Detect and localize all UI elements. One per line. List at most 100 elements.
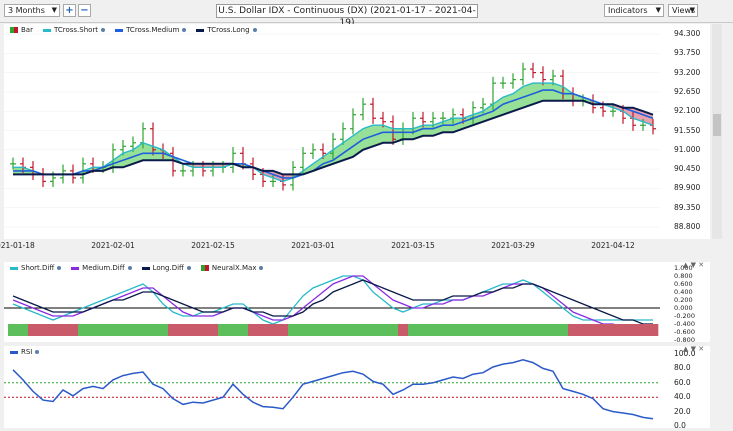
y-tick-label: 88.800 — [674, 222, 701, 231]
x-tick-label: 2021-02-15 — [191, 241, 235, 250]
neural-cell — [128, 324, 139, 336]
rsi-axis: 100.0 80.0 60.0 40.0 20.0 0.0 — [660, 346, 710, 430]
neural-cell — [338, 324, 349, 336]
neural-cell — [588, 324, 599, 336]
diff-axis: 1.000 0.800 0.600 0.400 0.200 0.000 -0.200 -0.4… — [660, 262, 710, 344]
price-scrollbar[interactable] — [712, 24, 722, 239]
neural-cell — [228, 324, 239, 336]
diff-pane[interactable]: Short.Diff Medium.Diff Long.Diff NeuralX… — [4, 262, 660, 342]
chevron-down-icon: ▼ — [655, 6, 661, 14]
neural-cell — [258, 324, 269, 336]
price-bar — [370, 97, 376, 124]
neural-cell — [358, 324, 369, 336]
neural-cell — [38, 324, 49, 336]
neural-cell — [168, 324, 179, 336]
neural-cell — [408, 324, 419, 336]
rsi-pane[interactable]: RSI — [4, 346, 660, 428]
line-long-diff — [12, 279, 653, 325]
views-select[interactable]: Views ▼ — [668, 4, 698, 17]
y-tick-label: 92.100 — [674, 106, 701, 116]
neural-cell — [78, 324, 89, 336]
neural-cell — [648, 324, 659, 336]
legend-label: Long.Diff — [152, 264, 184, 272]
y-tick-label: 89.350 — [674, 202, 701, 212]
x-tick-label: 2021-03-01 — [291, 241, 335, 250]
rsi-chart — [4, 359, 660, 420]
chevron-down-icon: ▼ — [51, 6, 57, 14]
neural-cell — [208, 324, 219, 336]
neural-cell — [478, 324, 489, 336]
y-tick-label: 90.450 — [674, 164, 701, 174]
price-bar — [520, 62, 526, 86]
neural-cell — [578, 324, 589, 336]
diff-chart — [4, 275, 660, 336]
price-pane[interactable]: Bar TCross.Short TCross.Medium TCross.Lo… — [4, 24, 660, 239]
y-tick-label: -0.600 — [674, 328, 695, 336]
neural-cell — [448, 324, 459, 336]
y-tick-label: 0.400 — [674, 288, 693, 296]
neural-cell — [18, 324, 29, 336]
price-axis: 94.300 93.750 93.200 92.650 92.100 91.550 91.0… — [660, 24, 710, 239]
neural-cell — [468, 324, 479, 336]
y-tick-label: 0.200 — [674, 296, 693, 304]
y-tick-label: 91.550 — [674, 125, 701, 135]
price-chart — [4, 33, 660, 228]
pane-controls[interactable]: ▲ ▼ ✕ — [683, 345, 704, 353]
x-tick-label: 2021-01-18 — [0, 241, 35, 250]
neural-cell — [548, 324, 559, 336]
legend-label: TCross.Short — [53, 26, 99, 34]
neural-cell — [28, 324, 39, 336]
range-select[interactable]: 3 Months ▼ — [4, 4, 60, 17]
neural-cell — [528, 324, 539, 336]
x-tick-label: 2021-02-01 — [91, 241, 135, 250]
price-bar — [180, 164, 186, 177]
neural-cell — [68, 324, 79, 336]
neural-cell — [608, 324, 619, 336]
neural-cell — [428, 324, 439, 336]
neural-cell — [388, 324, 399, 336]
neural-cell — [298, 324, 309, 336]
neural-cell — [438, 324, 449, 336]
neural-cell — [138, 324, 149, 336]
legend-item-long: TCross.Long — [196, 26, 257, 34]
neural-cell — [368, 324, 379, 336]
price-bar — [40, 168, 46, 187]
neural-cell — [628, 324, 639, 336]
neural-cell — [508, 324, 519, 336]
neural-cell — [558, 324, 569, 336]
legend-label: NeuralX.Max — [211, 264, 257, 272]
y-tick-label: -0.400 — [674, 320, 695, 328]
price-bar — [360, 97, 366, 121]
legend-item-short: TCross.Short — [42, 26, 106, 34]
y-tick-label: 91.000 — [674, 144, 701, 154]
indicators-label: Indicators — [608, 6, 648, 15]
legend-label: RSI — [21, 348, 33, 356]
neural-cell — [8, 324, 19, 336]
legend-item-long-diff: Long.Diff — [141, 264, 191, 272]
legend-item-bar: Bar — [10, 26, 33, 34]
neural-cell — [458, 324, 469, 336]
y-tick-label: 94.300 — [674, 29, 701, 38]
neural-cell — [188, 324, 199, 336]
neural-cell — [308, 324, 319, 336]
neural-cell — [598, 324, 609, 336]
indicators-select[interactable]: Indicators ▼ — [604, 4, 664, 17]
neural-cell — [318, 324, 329, 336]
toolbar: 3 Months ▼ + − U.S. Dollar IDX - Continuo… — [0, 0, 733, 28]
neural-cell — [568, 324, 579, 336]
y-tick-label: -0.800 — [674, 336, 695, 344]
scroll-thumb[interactable] — [713, 114, 721, 136]
neural-cell — [538, 324, 549, 336]
neural-cell — [178, 324, 189, 336]
y-tick-label: 20.0 — [674, 406, 691, 416]
remove-button[interactable]: − — [78, 4, 91, 17]
pane-controls[interactable]: ▲ ▼ ✕ — [683, 261, 704, 269]
y-tick-label: 40.0 — [674, 392, 691, 402]
add-button[interactable]: + — [63, 4, 76, 17]
rsi-legend: RSI — [10, 348, 40, 356]
neural-cell — [158, 324, 169, 336]
legend-item-neural: NeuralX.Max — [200, 264, 264, 272]
neural-cell — [248, 324, 259, 336]
neural-cell — [148, 324, 159, 336]
y-tick-label: 93.750 — [674, 48, 701, 58]
